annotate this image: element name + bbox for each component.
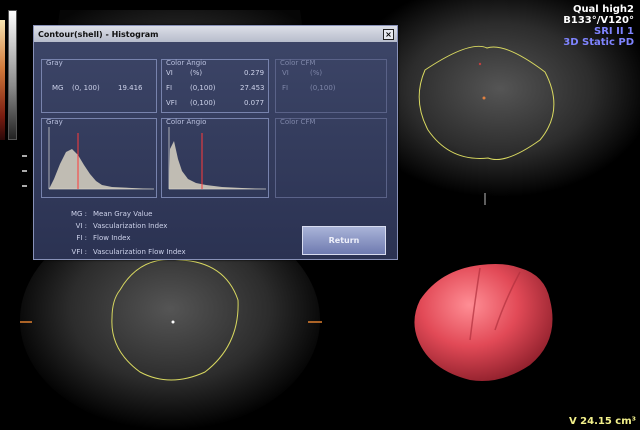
legend-vi: VI : Vascularization Index [75, 222, 168, 230]
fi-label: FI [166, 84, 173, 92]
cfm-hist-title: Color CFM [280, 118, 316, 126]
cfm-fi-range: (0,100) [310, 84, 336, 92]
vi-value: 0.279 [244, 69, 265, 77]
cfm-panel-title: Color CFM [280, 59, 316, 67]
legend-mg: MG : Mean Gray Value [70, 210, 153, 218]
fi-range: (0,100) [190, 84, 216, 92]
vi-label: VI [166, 69, 173, 77]
3d-volume-render [414, 264, 553, 381]
quality-label: Qual high2 [572, 4, 634, 15]
mg-value: 19.416 [118, 84, 143, 92]
angio-histogram [168, 127, 266, 190]
cfm-vi-label: VI [282, 69, 289, 77]
dialog-title: Contour(shell) - Histogram [38, 29, 159, 39]
vfi-value: 0.077 [244, 99, 265, 107]
cfm-stats-panel: Color CFM VI (%) FI (0,100) [275, 59, 387, 113]
angio-panel-title: Color Angio [166, 59, 207, 67]
gray-hist-area [49, 149, 154, 189]
close-button[interactable]: × [383, 28, 394, 40]
gray-panel-title: Gray [46, 59, 63, 67]
return-button[interactable]: Return [302, 226, 386, 255]
color-scale-bar [0, 20, 5, 140]
gray-stats-panel: Gray MG (0, 100) 19.416 [41, 59, 157, 113]
gray-scale-bar [8, 10, 17, 140]
mg-range: (0, 100) [72, 84, 100, 92]
histogram-dialog: Contour(shell) - Histogram × Gray MG (0,… [33, 25, 398, 260]
cfm-vi-range: (%) [310, 69, 323, 77]
legend-vfi: VFI : Vascularization Flow Index [71, 248, 186, 256]
angio-stats-panel: Color Angio VI (%) 0.279 FI (0,100) 27.4… [161, 59, 269, 113]
angle-label: B133°/V120° [563, 15, 634, 26]
mode-label: 3D Static PD [563, 37, 634, 48]
cfm-histogram-panel: Color CFM [275, 118, 387, 198]
gray-histogram-panel: Gray [41, 118, 157, 198]
mg-label: MG [52, 84, 64, 92]
sri-label: SRI II 1 [594, 26, 634, 37]
angio-hist-area [169, 141, 266, 189]
fi-value: 27.453 [240, 84, 265, 92]
legend-fi: FI : Flow Index [76, 234, 131, 242]
volume-readout: V 24.15 cm³ [568, 416, 636, 427]
angio-histogram-panel: Color Angio [161, 118, 269, 198]
vfi-label: VFI [166, 99, 177, 107]
dialog-titlebar[interactable]: Contour(shell) - Histogram × [34, 26, 397, 42]
gray-histogram [48, 127, 154, 190]
acquisition-info: Qual high2 B133°/V120° SRI II 1 3D Stati… [563, 4, 634, 48]
cfm-fi-label: FI [282, 84, 289, 92]
vi-range: (%) [190, 69, 203, 77]
vfi-range: (0,100) [190, 99, 216, 107]
